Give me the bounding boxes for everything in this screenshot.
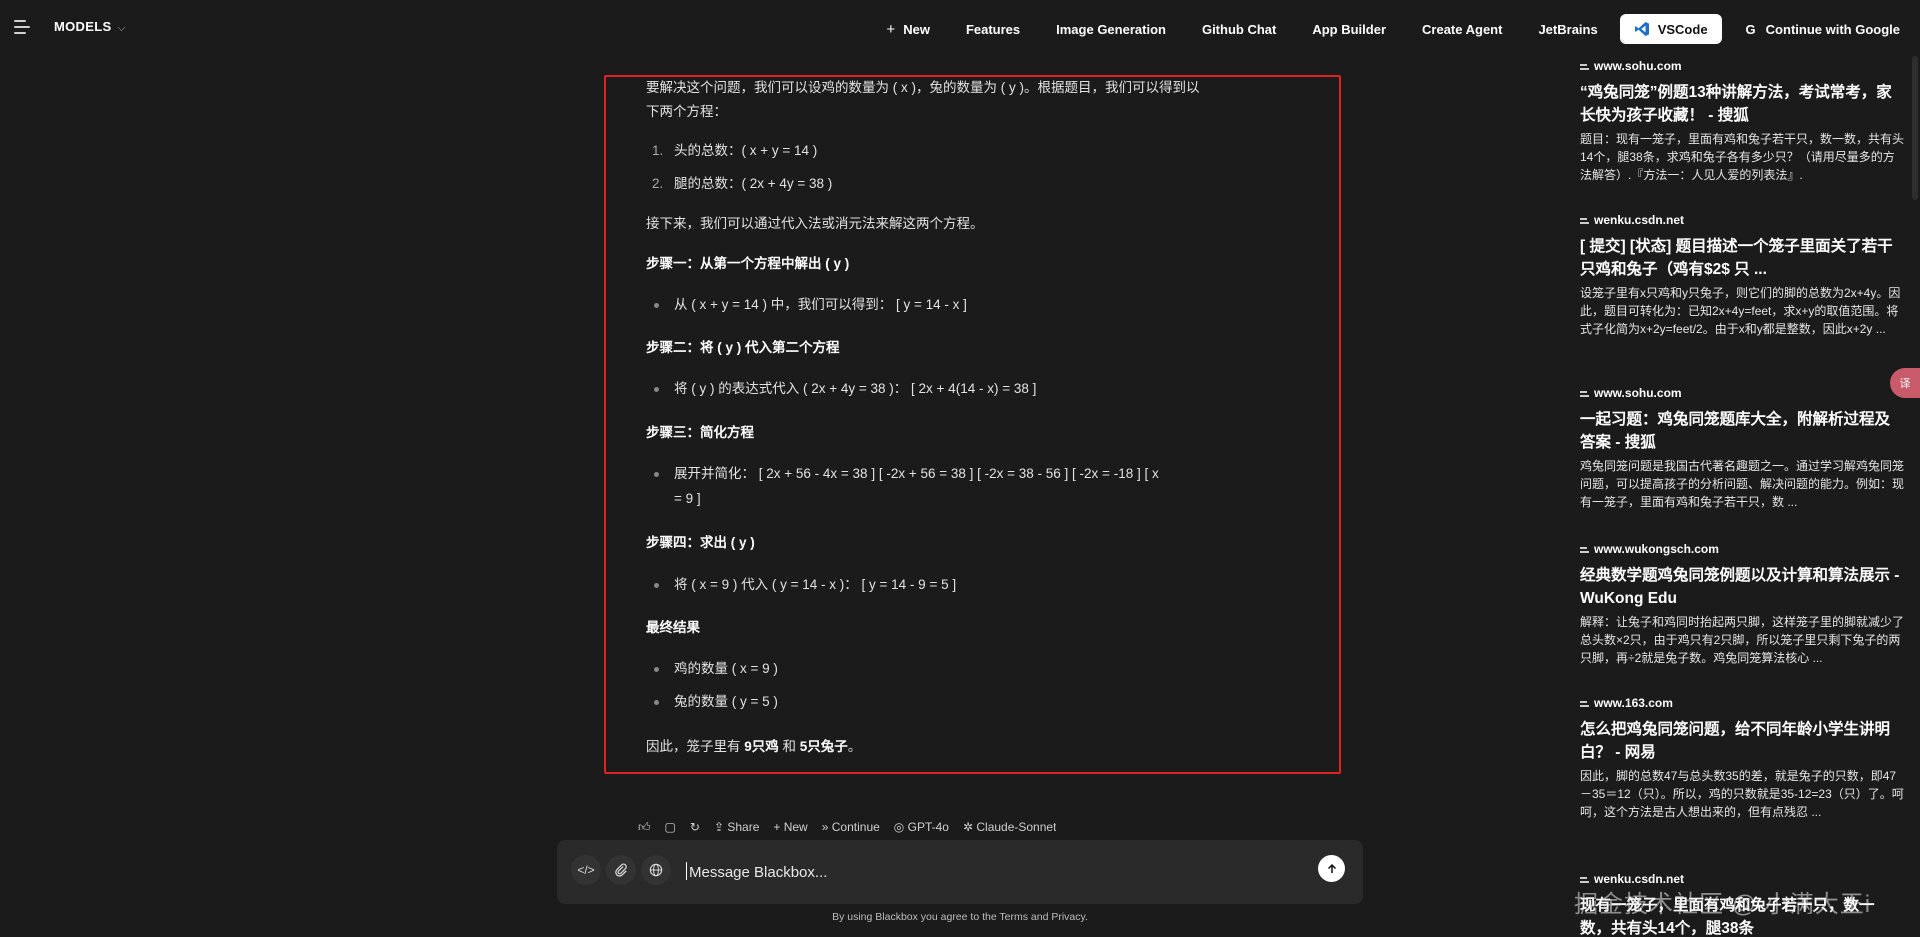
list-item: 展开并简化： [ 2x + 56 - 4x = 38 ] [ -2x + 56 … — [654, 462, 1244, 486]
source-snippet: 鸡兔同笼问题是我国古代著名趣题之一。通过学习解鸡兔同笼问题，可以提高孩子的分析问… — [1580, 459, 1905, 509]
copy-icon[interactable]: ▢ — [665, 820, 676, 834]
sources-scrollbar[interactable] — [1912, 56, 1918, 200]
paragraph: 接下来，我们可以通过代入法或消元法来解这两个方程。 — [646, 216, 984, 231]
source-card[interactable]: wenku.csdn.net [ 提交] [状态] 题目描述一个笼子里面关了若干… — [1580, 213, 1905, 338]
thumbs-up-icon[interactable]: 👍︎ — [638, 820, 651, 834]
source-snippet: 设笼子里有x只鸡和y只兔子，则它们的脚的总数为2x+4y。因此，题目可转化为：已… — [1580, 286, 1901, 336]
source-title[interactable]: [ 提交] [状态] 题目描述一个笼子里面关了若干只鸡和兔子（鸡有$2$ 只 .… — [1580, 235, 1905, 281]
source-snippet: 题目：现有一笼子，里面有鸡和兔子若干只，数一数，共有头14个，腿38条，求鸡和兔… — [1580, 132, 1905, 182]
answer-highlight-box: 要解决这个问题，我们可以设鸡的数量为 ( x )，兔的数量为 ( y )。根据题… — [604, 75, 1341, 774]
source-snippet: 解释：让兔子和鸡同时抬起两只脚，这样笼子里的脚就减少了总头数×2只，由于鸡只有2… — [1580, 615, 1905, 665]
nav-image-generation[interactable]: Image Generation — [1056, 22, 1166, 37]
step-heading: 步骤二：将 ( y ) 代入第二个方程 — [646, 340, 840, 355]
source-domain: wenku.csdn.net — [1580, 213, 1905, 229]
source-icon — [1580, 877, 1589, 883]
claude-sonnet-button[interactable]: ✲ Claude-Sonnet — [963, 820, 1056, 834]
list-item: 鸡的数量 ( x = 9 ) — [654, 657, 1244, 681]
arrow-up-icon — [1327, 863, 1336, 873]
source-snippet: 因此，脚的总数47与总头数35的差，就是兔子的只数，即47－35＝12（只）。所… — [1580, 769, 1904, 819]
source-icon — [1580, 218, 1589, 224]
top-bar: MODELS ⌵ + New Features Image Generation G… — [0, 0, 1920, 56]
google-label: Continue with Google — [1765, 21, 1900, 37]
source-icon — [1580, 64, 1589, 70]
translate-badge[interactable]: 译 — [1890, 368, 1920, 398]
menu-icon[interactable] — [14, 20, 30, 34]
globe-icon[interactable] — [641, 855, 671, 885]
conclusion: 因此，笼子里有 9只鸡 和 5只兔子。 — [646, 739, 862, 754]
list-item: 1. 头的总数：( x + y = 14 ) — [652, 139, 1244, 163]
gpt4o-button[interactable]: ◎ GPT-4o — [894, 820, 949, 834]
source-title[interactable]: 经典数学题鸡兔同笼例题以及计算和算法展示 - WuKong Edu — [1580, 564, 1905, 610]
new-chat-button[interactable]: + New — [886, 21, 930, 38]
vscode-button[interactable]: VSCode — [1619, 14, 1722, 44]
plus-icon: + — [886, 20, 896, 38]
source-card[interactable]: www.sohu.com “鸡兔同笼”例题13种讲解方法，考试常考，家长快为孩子… — [1580, 59, 1905, 184]
nav-github-chat[interactable]: Github Chat — [1202, 22, 1276, 37]
source-card[interactable]: www.163.com 怎么把鸡兔同笼问题，给不同年龄小学生讲明白？ - 网易 … — [1580, 696, 1905, 821]
step-heading: 步骤一：从第一个方程中解出 ( y ) — [646, 256, 850, 271]
chevron-down-icon: ⌵ — [117, 22, 127, 34]
nav-features[interactable]: Features — [966, 22, 1020, 37]
list-item: 2. 腿的总数：( 2x + 4y = 38 ) — [652, 172, 1244, 196]
source-title[interactable]: 一起习题：鸡兔同笼题库大全，附解析过程及答案 - 搜狐 — [1580, 408, 1905, 454]
source-icon — [1580, 701, 1589, 707]
source-card[interactable]: www.sohu.com 一起习题：鸡兔同笼题库大全，附解析过程及答案 - 搜狐… — [1580, 386, 1905, 511]
code-icon[interactable]: </> — [571, 855, 601, 885]
continue-button[interactable]: » Continue — [822, 820, 880, 834]
list-item: 将 ( y ) 的表达式代入 ( 2x + 4y = 38 )： [ 2x + … — [654, 377, 1244, 401]
list-number: 1. — [652, 143, 664, 158]
new-button[interactable]: + New — [773, 820, 807, 834]
step-heading: 步骤三：简化方程 — [646, 425, 754, 440]
models-dropdown[interactable]: MODELS ⌵ — [54, 19, 126, 35]
regenerate-icon[interactable]: ↻ — [690, 820, 700, 834]
intro-line-2: 下两个方程： — [646, 104, 727, 119]
continue-with-google-button[interactable]: G Continue with Google — [1746, 22, 1900, 37]
list-item: 从 ( x + y = 14 ) 中，我们可以得到： [ y = 14 - x … — [654, 293, 1244, 317]
source-title[interactable]: 怎么把鸡兔同笼问题，给不同年龄小学生讲明白？ - 网易 — [1580, 718, 1905, 764]
new-label: New — [903, 21, 930, 37]
message-composer: </> — [557, 840, 1363, 904]
nav-jetbrains[interactable]: JetBrains — [1538, 22, 1597, 37]
message-input[interactable] — [687, 858, 1331, 886]
source-icon — [1580, 391, 1589, 397]
intro-line-1: 要解决这个问题，我们可以设鸡的数量为 ( x )，兔的数量为 ( y )。根据题… — [646, 80, 1200, 95]
terms-text: By using Blackbox you agree to the Terms… — [832, 911, 1088, 923]
list-number: 2. — [652, 176, 664, 191]
watermark: 掘金技术社区 @ 小满大王i — [1574, 891, 1872, 918]
source-icon — [1580, 547, 1589, 553]
source-domain: www.wukongsch.com — [1580, 542, 1905, 558]
vscode-icon — [1634, 22, 1649, 36]
top-nav: + New Features Image Generation Github Ch… — [850, 14, 1900, 44]
list-item: 将 ( x = 9 ) 代入 ( y = 14 - x )： [ y = 14 … — [654, 573, 1244, 597]
vscode-label: VSCode — [1657, 21, 1708, 37]
list-item-continuation: = 9 ] — [674, 491, 701, 506]
final-result-heading: 最终结果 — [646, 620, 700, 635]
send-button[interactable] — [1318, 855, 1345, 882]
message-actions: 👍︎ ▢ ↻ ⇪ Share + New » Continue ◎ GPT-4o… — [638, 820, 1056, 834]
google-icon: G — [1745, 21, 1756, 37]
source-domain: www.sohu.com — [1580, 59, 1905, 75]
source-card[interactable]: www.wukongsch.com 经典数学题鸡兔同笼例题以及计算和算法展示 -… — [1580, 542, 1905, 667]
share-button[interactable]: ⇪ Share — [714, 820, 759, 834]
paperclip-icon[interactable] — [606, 855, 636, 885]
source-domain: www.sohu.com — [1580, 386, 1905, 402]
nav-app-builder[interactable]: App Builder — [1312, 22, 1386, 37]
nav-create-agent[interactable]: Create Agent — [1422, 22, 1502, 37]
models-label: MODELS — [54, 19, 112, 34]
list-item: 兔的数量 ( y = 5 ) — [654, 690, 1244, 714]
sources-panel: www.sohu.com “鸡兔同笼”例题13种讲解方法，考试常考，家长快为孩子… — [1580, 56, 1905, 937]
source-domain: www.163.com — [1580, 696, 1905, 712]
source-title[interactable]: “鸡兔同笼”例题13种讲解方法，考试常考，家长快为孩子收藏！ - 搜狐 — [1580, 81, 1905, 127]
step-heading: 步骤四：求出 ( y ) — [646, 535, 755, 550]
